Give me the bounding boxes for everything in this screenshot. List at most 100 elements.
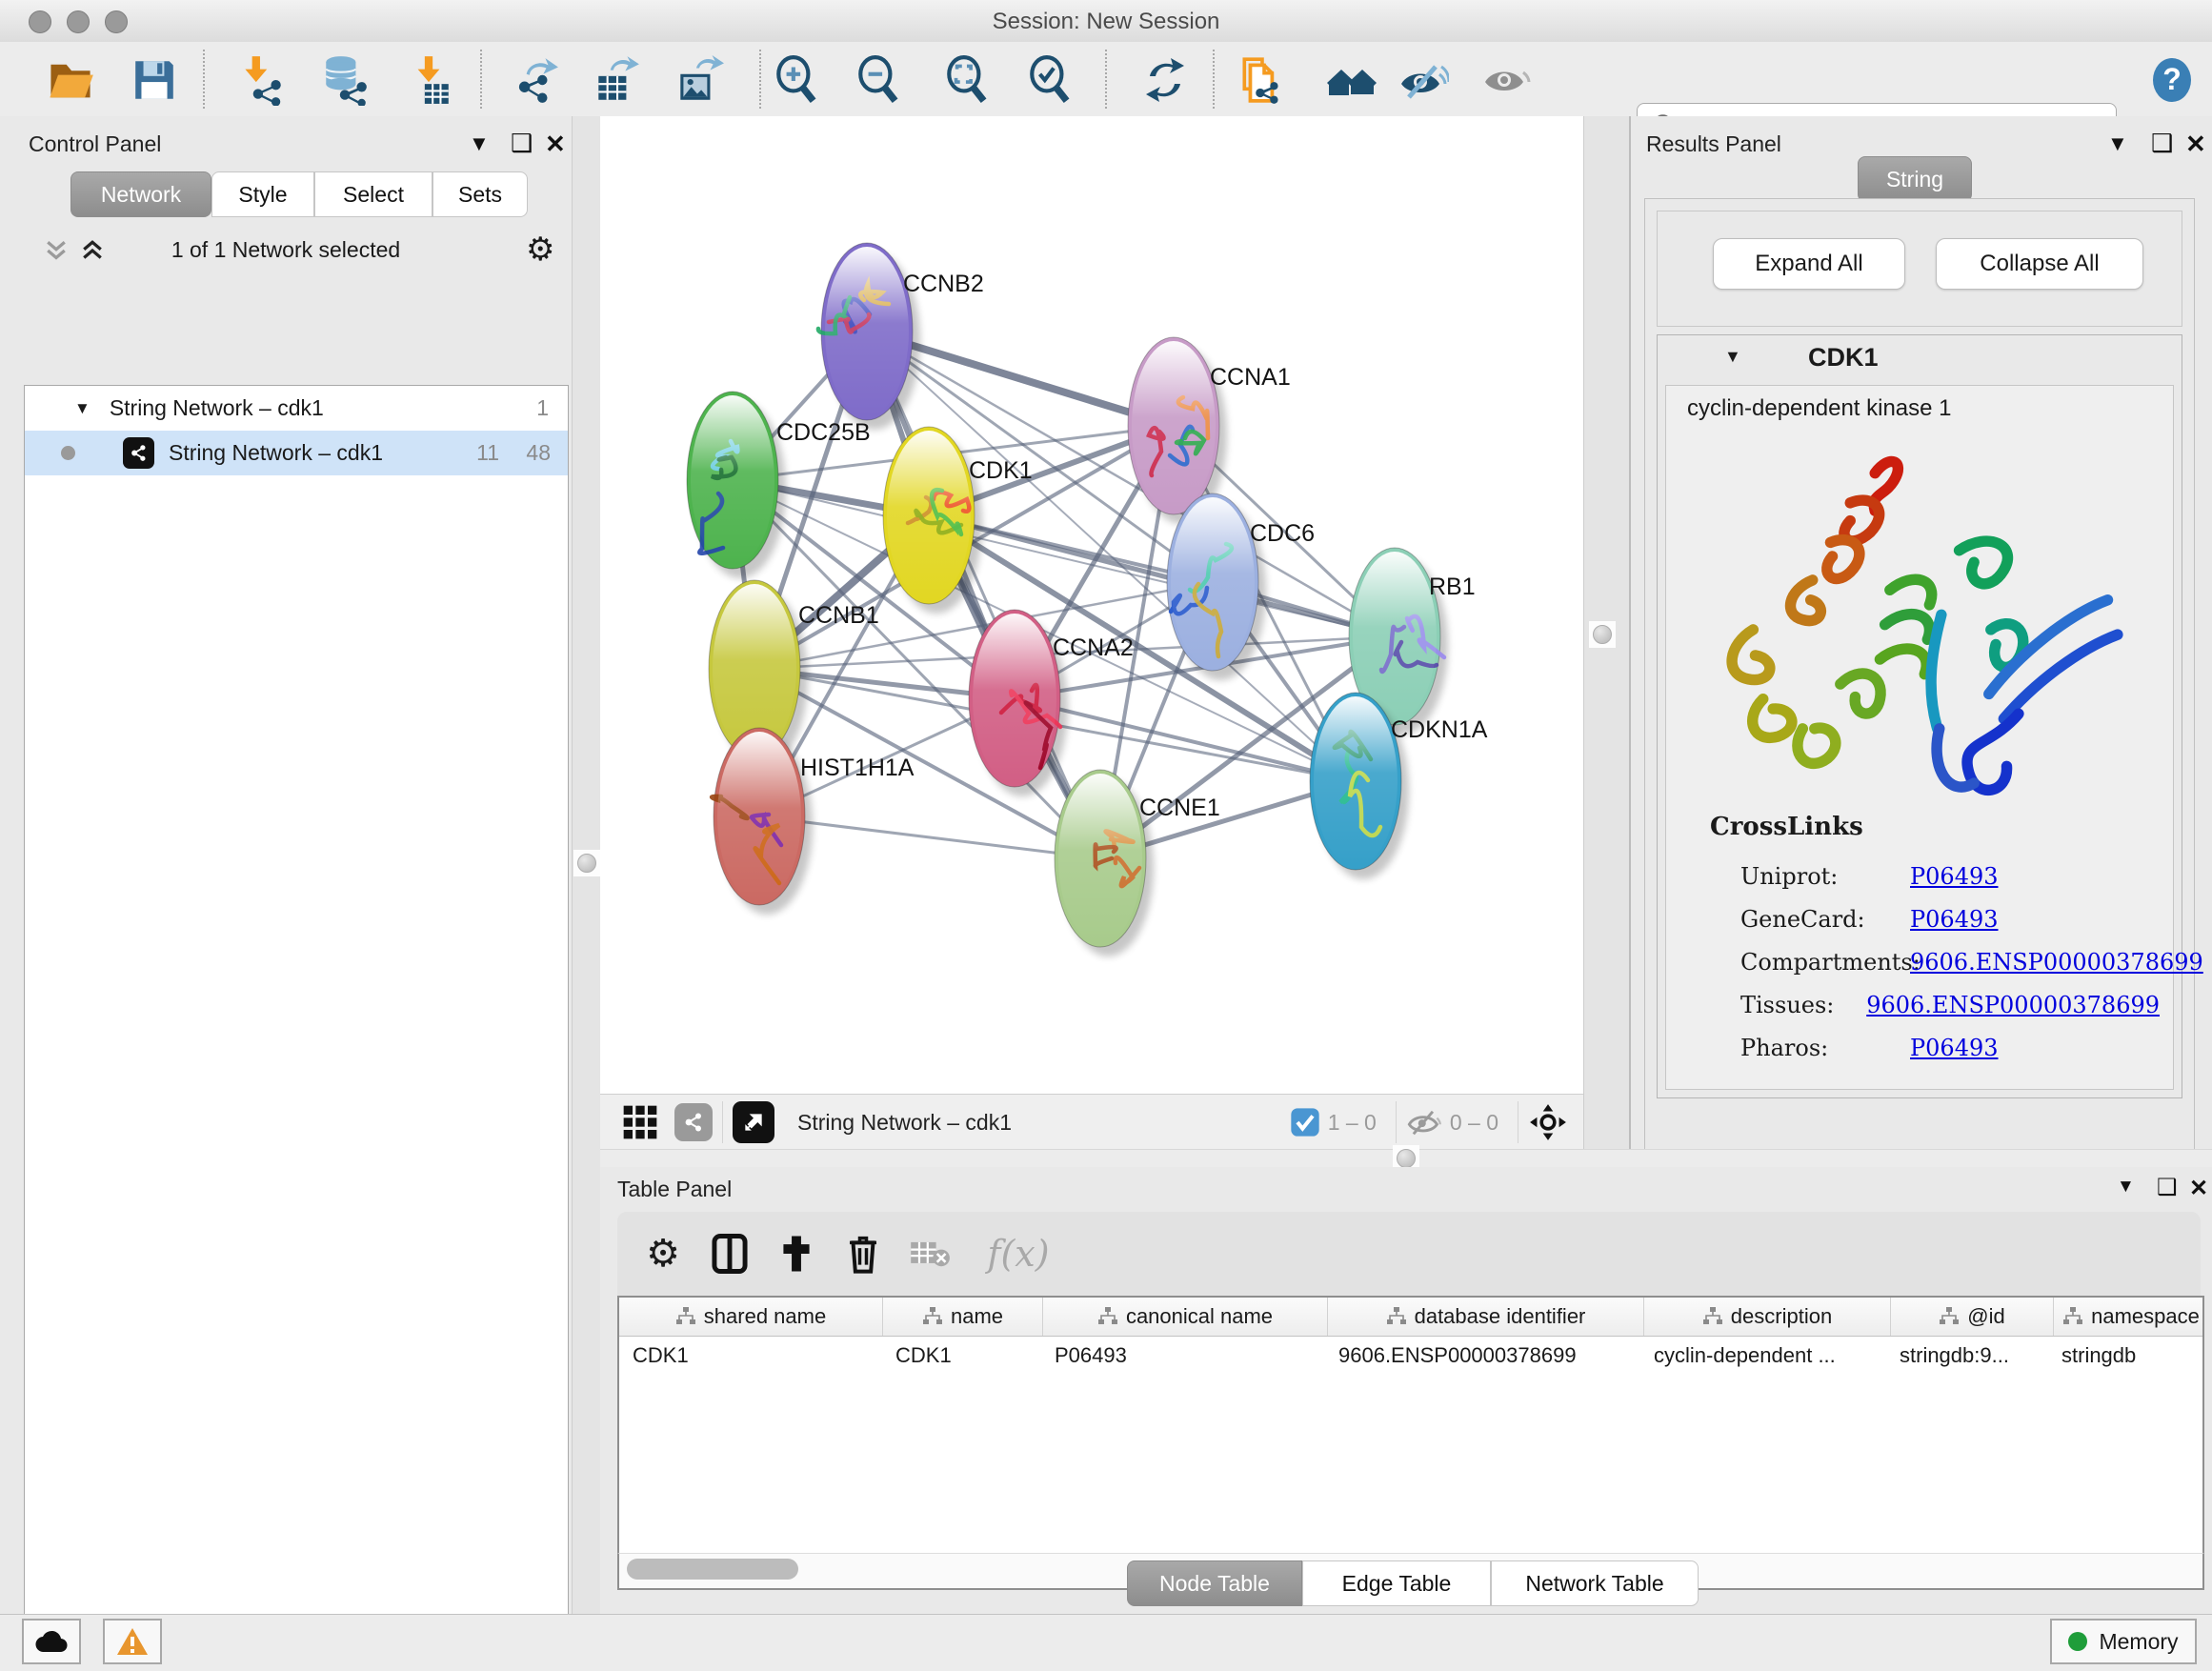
table-row[interactable]: CDK1CDK1P064939606.ENSP00000378699cyclin… [619,1337,2202,1375]
gene-section-header[interactable]: ▼ CDK1 [1658,335,2182,383]
right-splitter-handle[interactable] [1589,621,1616,648]
import-network-file-button[interactable] [234,53,288,107]
first-neighbors-button[interactable] [1325,53,1378,107]
refresh-icon [1140,55,1190,105]
show-columns-icon[interactable] [709,1233,751,1275]
table-hscrollbar-thumb[interactable] [627,1559,798,1580]
network-graph[interactable]: CCNB2CCNA1CDC25BCDK1CDC6RB1CCNB1CCNA2CDK… [600,116,1583,1094]
pan-crosshair-icon[interactable] [1528,1102,1568,1142]
table-gear-icon[interactable]: ⚙ [642,1233,684,1275]
selected-checkbox-icon[interactable] [1290,1107,1320,1137]
table-cell[interactable]: CDK1 [619,1337,882,1375]
node-label-CDC25B: CDC25B [776,419,871,446]
horizontal-splitter[interactable] [600,1149,2212,1168]
left-splitter[interactable] [572,116,602,1614]
birds-eye-view-icon[interactable] [621,1103,659,1141]
export-image-button[interactable] [672,53,725,107]
table-cell[interactable]: 9606.ENSP00000378699 [1325,1337,1640,1375]
add-column-icon[interactable] [775,1233,817,1275]
table-cell[interactable]: CDK1 [882,1337,1041,1375]
tab-node-table[interactable]: Node Table [1127,1560,1302,1606]
collapse-all-button[interactable]: Collapse All [1936,238,2143,290]
panel-float-icon[interactable]: ❑ [2151,129,2173,158]
column-header-shared-name[interactable]: shared name [619,1298,883,1336]
divider [722,1101,723,1143]
zoom-in-button[interactable] [771,53,824,107]
hidden-eye-icon[interactable] [1406,1106,1442,1138]
copy-network-button[interactable] [1237,53,1290,107]
toolbar-separator [1105,50,1107,109]
node-CDC25B[interactable] [687,392,786,578]
hide-selected-button[interactable] [1396,53,1449,107]
crosslink-link[interactable]: P06493 [1910,863,1999,890]
panel-float-icon[interactable]: ❑ [511,129,533,158]
open-in-window-icon[interactable] [733,1101,774,1143]
zoom-fit-button[interactable] [941,53,995,107]
open-session-button[interactable] [44,53,97,107]
left-splitter-handle[interactable] [573,850,600,876]
copy-network-icon [1237,53,1290,107]
section-expander-icon[interactable]: ▼ [1724,347,1741,367]
crosslink-link[interactable]: P06493 [1910,906,1999,933]
export-table-button[interactable] [590,53,643,107]
help-button[interactable]: ? [2145,53,2199,107]
save-session-button[interactable] [128,53,181,107]
crosslink-link[interactable]: 9606.ENSP00000378699 [1866,992,2160,1018]
tab-style[interactable]: Style [211,171,314,217]
panel-menu-icon[interactable]: ▼ [469,131,490,156]
export-network-button[interactable] [508,53,561,107]
zoom-selected-button[interactable] [1024,53,1077,107]
right-splitter[interactable] [1583,116,1631,1167]
column-header-database-identifier[interactable]: database identifier [1328,1298,1644,1336]
column-header--id[interactable]: @id [1891,1298,2054,1336]
memory-status-icon [2068,1632,2087,1651]
tab-edge-table[interactable]: Edge Table [1302,1560,1491,1606]
network-current-dot [61,446,75,460]
refresh-style-button[interactable] [1138,53,1192,107]
network-view-toolbar: String Network – cdk1 1 – 0 0 – 0 [600,1094,1583,1151]
delete-table-icon[interactable] [909,1233,951,1275]
column-header-name[interactable]: name [883,1298,1043,1336]
collection-expander-icon[interactable]: ▼ [74,399,90,418]
panel-menu-icon[interactable]: ▼ [2107,131,2128,156]
table-cell[interactable]: stringdb [2048,1337,2202,1375]
crosslink-link[interactable]: 9606.ENSP00000378699 [1910,949,2203,976]
zoom-out-button[interactable] [853,53,906,107]
tab-select[interactable]: Select [314,171,432,217]
results-panel-title: Results Panel [1646,131,1781,157]
panel-float-icon[interactable]: ❑ [2157,1174,2178,1201]
expand-all-button[interactable]: Expand All [1713,238,1905,290]
crosslink-label: Pharos: [1740,1035,1910,1061]
column-header-namespace[interactable]: namespace [2054,1298,2204,1336]
node-HIST1H1A[interactable] [712,728,813,915]
panel-close-icon[interactable]: ✕ [545,130,566,159]
tab-network-table[interactable]: Network Table [1491,1560,1699,1606]
column-header-description[interactable]: description [1644,1298,1891,1336]
function-builder-icon[interactable]: f(x) [975,1233,1061,1275]
table-cell[interactable]: cyclin-dependent ... [1640,1337,1886,1375]
tab-string[interactable]: String [1858,156,1972,202]
warning-status-button[interactable] [103,1619,162,1664]
import-network-database-button[interactable] [318,53,372,107]
table-cell[interactable]: P06493 [1041,1337,1325,1375]
network-canvas[interactable]: CCNB2CCNA1CDC25BCDK1CDC6RB1CCNB1CCNA2CDK… [600,116,1583,1094]
import-table-file-button[interactable] [402,53,455,107]
memory-button[interactable]: Memory [2050,1619,2197,1664]
panel-menu-icon[interactable]: ▼ [2117,1177,2135,1198]
column-header-canonical-name[interactable]: canonical name [1043,1298,1328,1336]
network-row[interactable]: String Network – cdk1 11 48 [25,431,568,475]
gear-icon[interactable]: ⚙ [526,231,554,269]
table-cell[interactable]: stringdb:9... [1886,1337,2048,1375]
zoom-selected-icon [1025,54,1076,106]
string-view-icon[interactable] [674,1103,713,1141]
crosslink-link[interactable]: P06493 [1910,1035,1999,1061]
panel-close-icon[interactable]: ✕ [2189,1175,2208,1202]
tab-sets[interactable]: Sets [432,171,528,217]
network-collection-row[interactable]: ▼ String Network – cdk1 1 [25,386,568,431]
delete-column-icon[interactable] [842,1233,884,1275]
cloud-status-button[interactable] [22,1619,81,1664]
node-table[interactable]: shared namenamecanonical namedatabase id… [617,1296,2204,1555]
panel-close-icon[interactable]: ✕ [2185,130,2206,159]
show-all-button[interactable] [1479,53,1533,107]
tab-network[interactable]: Network [70,171,211,217]
